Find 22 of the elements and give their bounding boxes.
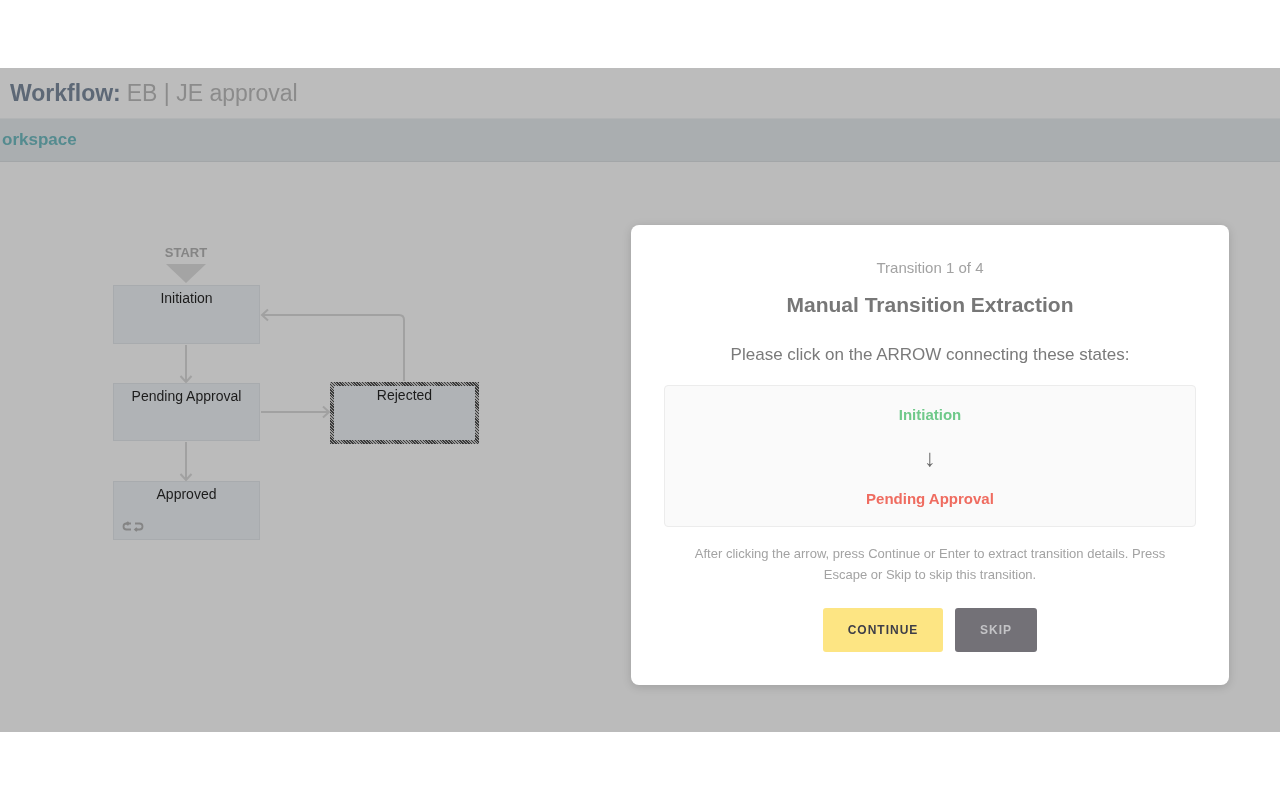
section-title: orkspace <box>2 130 77 150</box>
transition-arrow[interactable] <box>260 308 405 382</box>
workflow-label: Workflow: <box>10 79 121 107</box>
transition-arrow[interactable] <box>260 405 331 419</box>
state-label: Approved <box>156 485 217 503</box>
state-node[interactable]: Initiation <box>113 285 260 344</box>
transition-arrow[interactable] <box>179 441 193 482</box>
state-label: Rejected <box>376 386 433 404</box>
state-label: Pending Approval <box>131 387 242 405</box>
to-state-label: Pending Approval <box>866 489 994 509</box>
instruction-text: Please click on the ARROW connecting these states: <box>730 344 1130 366</box>
state-node[interactable]: Rejected <box>330 382 479 444</box>
state-node[interactable]: Pending Approval <box>113 383 260 441</box>
direction-arrow: ↓ <box>924 443 936 473</box>
transition-arrow[interactable] <box>179 344 193 384</box>
state-node[interactable]: Approved <box>113 481 260 540</box>
state-label: Initiation <box>160 289 213 307</box>
dialog-title: Manual Transition Extraction <box>786 293 1074 317</box>
help-text: After clicking the arrow, press Continue or Enter to extract transition details. Press Escape or Skip to skip this transition. <box>693 545 1167 584</box>
continue-button[interactable]: CONTINUE <box>823 608 943 652</box>
from-state-label: Initiation <box>898 405 962 425</box>
transition-counter: Transition 1 of 4 <box>876 258 984 278</box>
